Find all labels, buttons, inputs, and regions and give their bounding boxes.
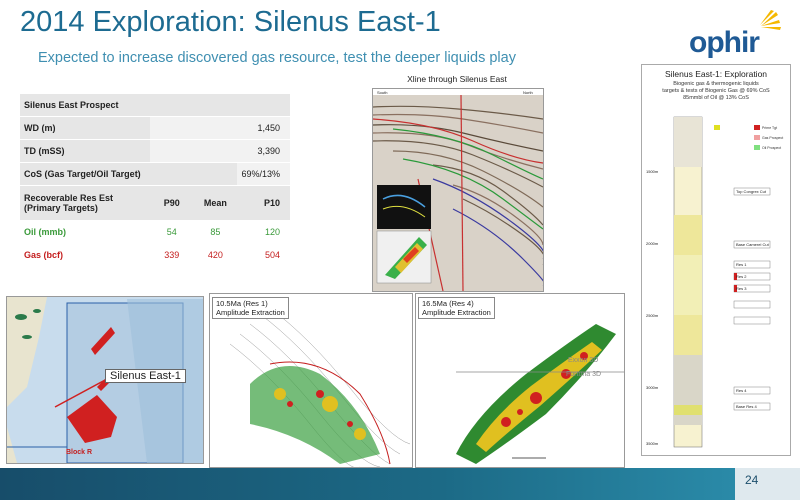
- table-header-row: Silenus East Prospect: [20, 94, 290, 117]
- exxon-3d-label: Exxon 3D: [568, 357, 599, 364]
- legend-prime: Prime Tgt: [762, 126, 777, 130]
- seismic-title: Xline through Silenus East: [407, 74, 507, 84]
- depth-3000: 3000m: [646, 385, 659, 390]
- strat-column-drawing: Prime Tgt 1500m 2000m 2500m 3000m 3500m …: [646, 116, 783, 448]
- footer-bar: [0, 468, 735, 500]
- depth-1500: 1500m: [646, 169, 659, 174]
- table-row: CoS (Gas Target/Oil Target) 69%/13%: [20, 162, 290, 186]
- amplitude-map-res1: [209, 293, 413, 468]
- strat-label-base-camerel: Base Camerel Cut: [736, 242, 770, 247]
- strat-label-res3: Res 3: [736, 286, 747, 291]
- amplitude-drawing-2: [456, 324, 624, 464]
- table-row-oil: Oil (mmb) 54 85 120: [20, 220, 290, 244]
- table-row: TD (mSS) 3,390: [20, 139, 290, 163]
- silenus-east-callout: Silenus East-1: [105, 369, 186, 383]
- strat-title: Silenus East-1: Exploration: [664, 69, 768, 79]
- legend-gas: Gas Prospect: [762, 136, 783, 140]
- amplitude-caption-2: 16.5Ma (Res 4) Amplitude Extraction: [418, 297, 495, 319]
- legend-oil: Oil Prospect: [762, 146, 781, 150]
- strat-label-top-congrex: Top Congrex Cut: [736, 189, 767, 194]
- strat-label-res4: Res 4: [736, 388, 747, 393]
- seismic-lines: South North: [373, 89, 543, 291]
- prospect-table: Silenus East Prospect WD (m) 1,450 TD (m…: [20, 94, 290, 267]
- strat-subtitle: Biogenic gas & thermogenic liquids targe…: [662, 81, 770, 101]
- amplitude-map-res4: [415, 293, 625, 468]
- page-subtitle: Expected to increase discovered gas reso…: [38, 50, 516, 66]
- depth-2500: 2500m: [646, 313, 659, 318]
- ophir-logo: ophir: [683, 8, 783, 59]
- strat-label-base-res4: Base Res 4: [736, 404, 757, 409]
- fortuna-3d-label: Fortuna 3D: [566, 371, 602, 378]
- page-title: 2014 Exploration: Silenus East-1: [20, 6, 441, 38]
- stratigraphic-column: Silenus East-1: Exploration Biogenic gas…: [641, 64, 791, 456]
- table-row: WD (m) 1,450: [20, 116, 290, 140]
- strat-label-res2: Res 2: [736, 274, 747, 279]
- seismic-section-image: South North: [372, 88, 544, 292]
- table-row: Recoverable Res Est (Primary Targets) P9…: [20, 185, 290, 221]
- amplitude-drawing-1: [229, 307, 411, 467]
- table-row-gas: Gas (bcf) 339 420 504: [20, 243, 290, 267]
- amplitude-caption-1: 10.5Ma (Res 1) Amplitude Extraction: [212, 297, 289, 319]
- block-r-label: Block R: [66, 449, 93, 456]
- logo-text: ophir: [689, 26, 760, 59]
- strat-label-res1: Res 1: [736, 262, 747, 267]
- seismic-north-label: North: [523, 90, 533, 95]
- depth-2000: 2000m: [646, 241, 659, 246]
- page-number: 24: [745, 473, 759, 487]
- seismic-south-label: South: [377, 90, 387, 95]
- depth-3500: 3500m: [646, 441, 659, 446]
- table-header: Silenus East Prospect: [20, 94, 151, 117]
